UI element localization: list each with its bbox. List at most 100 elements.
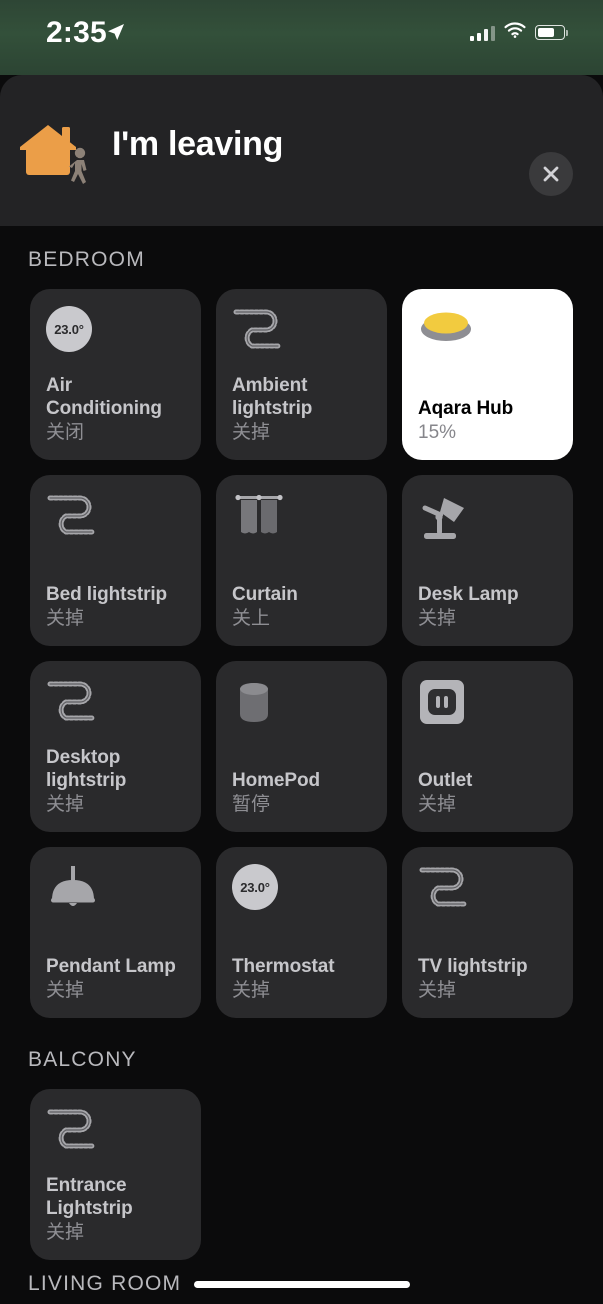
- hub-light-puck-icon: [421, 312, 471, 341]
- lightstrip-icon: [47, 1109, 95, 1149]
- device-tile-icon-slot: 23.0°: [232, 864, 371, 920]
- cellular-signal-icon: [470, 25, 495, 41]
- device-tile-icon-slot: [46, 678, 185, 734]
- device-tile[interactable]: Outlet 关掉: [402, 661, 573, 832]
- device-tile-name: HomePod: [232, 770, 320, 792]
- device-tile[interactable]: Desk Lamp 关掉: [402, 475, 573, 646]
- home-indicator[interactable]: [193, 1281, 410, 1288]
- device-tile-state: 关掉: [418, 608, 457, 630]
- close-button[interactable]: [529, 152, 573, 196]
- device-tile-name: Bed lightstrip: [46, 584, 168, 606]
- device-tile-icon-slot: [46, 492, 185, 548]
- battery-icon: [535, 25, 569, 40]
- temperature-value: 23.0°: [240, 879, 270, 895]
- device-tile-state: 关掉: [418, 980, 457, 1002]
- device-tile-icon-slot: [418, 492, 557, 548]
- device-tile-state: 关掉: [46, 980, 85, 1002]
- device-grid: Entrance Lightstrip 关掉: [0, 1089, 603, 1260]
- house-person-leaving-icon: [18, 119, 104, 191]
- device-tile-state: 关上: [232, 608, 271, 630]
- device-tile-state: 15%: [418, 422, 457, 444]
- device-tile[interactable]: Ambient lightstrip 关掉: [216, 289, 387, 460]
- device-tile-text: Desktop lightstrip 关掉: [46, 746, 191, 817]
- device-tile-state: 关掉: [46, 608, 85, 630]
- device-tile-state: 关掉: [46, 1222, 85, 1244]
- device-tile-icon-slot: [418, 678, 557, 734]
- device-tile[interactable]: Curtain 关上: [216, 475, 387, 646]
- outlet-icon: [420, 680, 464, 724]
- device-tile-name: Outlet: [418, 770, 473, 792]
- device-tile-text: Bed lightstrip 关掉: [46, 583, 191, 631]
- device-tile-text: Outlet 关掉: [418, 769, 563, 817]
- device-tile-text: Pendant Lamp 关掉: [46, 955, 191, 1003]
- device-tile-icon-slot: [232, 306, 371, 362]
- device-grid: 23.0° Air Conditioning 关闭 Ambient lightst…: [0, 289, 603, 460]
- device-tile-name: Entrance Lightstrip: [46, 1174, 133, 1220]
- device-tile-text: Curtain 关上: [232, 583, 377, 631]
- device-tile[interactable]: Entrance Lightstrip 关掉: [30, 1089, 201, 1260]
- pendant-lamp-icon: [51, 866, 95, 906]
- status-bar-indicators: [470, 22, 569, 43]
- wifi-icon: [504, 22, 526, 43]
- lightstrip-icon: [233, 309, 281, 349]
- device-tile-name: Pendant Lamp: [46, 956, 176, 978]
- device-tile-icon-slot: [46, 864, 185, 920]
- device-tile-state: 关掉: [46, 794, 85, 816]
- device-tile-icon-slot: 23.0°: [46, 306, 185, 362]
- device-tile-icon-slot: [418, 864, 557, 920]
- device-grid: Pendant Lamp 关掉 23.0° Thermostat 关掉 TV lig…: [0, 847, 603, 1018]
- section-title-living-room: LIVING ROOM: [28, 1272, 182, 1295]
- thermostat-dial-icon: 23.0°: [46, 306, 92, 352]
- device-tile-icon-slot: [232, 678, 371, 734]
- device-tile[interactable]: 23.0° Thermostat 关掉: [216, 847, 387, 1018]
- device-tile-state: 关闭: [46, 422, 85, 444]
- device-tile-name: TV lightstrip: [418, 956, 528, 978]
- lightstrip-icon: [419, 867, 467, 907]
- section-title-bedroom: BEDROOM: [28, 248, 145, 271]
- device-tile-text: HomePod 暂停: [232, 769, 377, 817]
- page-title: I'm leaving: [112, 125, 284, 163]
- device-tile[interactable]: HomePod 暂停: [216, 661, 387, 832]
- device-tile-name: Aqara Hub: [418, 398, 514, 420]
- device-tile-text: Desk Lamp 关掉: [418, 583, 563, 631]
- lightstrip-icon: [47, 495, 95, 535]
- device-tile-icon-slot: [232, 492, 371, 548]
- device-tile-state: 关掉: [232, 980, 271, 1002]
- lightstrip-icon: [47, 681, 95, 721]
- device-tile[interactable]: Desktop lightstrip 关掉: [30, 661, 201, 832]
- device-tile[interactable]: 23.0° Air Conditioning 关闭: [30, 289, 201, 460]
- device-tile-text: Entrance Lightstrip 关掉: [46, 1174, 191, 1245]
- device-tile-state: 暂停: [232, 794, 271, 816]
- device-tile-text: Air Conditioning 关闭: [46, 374, 191, 445]
- device-grid: Desktop lightstrip 关掉 HomePod 暂停 Outlet 关掉: [0, 661, 603, 832]
- device-tile-text: TV lightstrip 关掉: [418, 955, 563, 1003]
- device-list[interactable]: BEDROOM 23.0° Air Conditioning 关闭 Ambient…: [0, 226, 603, 1304]
- device-tile[interactable]: TV lightstrip 关掉: [402, 847, 573, 1018]
- device-tile[interactable]: Aqara Hub 15%: [402, 289, 573, 460]
- device-tile-state: 关掉: [418, 794, 457, 816]
- device-tile-name: Air Conditioning: [46, 374, 162, 420]
- device-tile-text: Thermostat 关掉: [232, 955, 377, 1003]
- device-tile-icon-slot: [46, 1106, 185, 1162]
- status-bar-time: 2:35: [46, 16, 107, 49]
- device-tile[interactable]: Bed lightstrip 关掉: [30, 475, 201, 646]
- device-tile-text: Ambient lightstrip 关掉: [232, 374, 377, 445]
- device-tile-name: Desktop lightstrip: [46, 746, 127, 792]
- temperature-value: 23.0°: [54, 321, 84, 337]
- location-arrow-icon: [106, 22, 126, 47]
- device-tile-name: Ambient lightstrip: [232, 374, 313, 420]
- thermostat-dial-icon: 23.0°: [232, 864, 278, 910]
- device-tile[interactable]: Pendant Lamp 关掉: [30, 847, 201, 1018]
- desk-lamp-icon: [422, 498, 464, 539]
- homepod-icon: [240, 683, 268, 722]
- device-tile-name: Desk Lamp: [418, 584, 519, 606]
- close-icon: [543, 166, 559, 182]
- device-tile-state: 关掉: [232, 422, 271, 444]
- device-grid: Bed lightstrip 关掉 Curtain 关上 Desk Lamp 关掉: [0, 475, 603, 646]
- device-tile-icon-slot: [418, 306, 557, 362]
- device-tile-name: Thermostat: [232, 956, 335, 978]
- curtain-icon: [235, 494, 283, 534]
- phone-screen: 2:35 I'm leaving BEDROOM 23.0° Air Condi…: [0, 0, 603, 1304]
- scene-header: I'm leaving: [0, 75, 603, 226]
- device-tile-name: Curtain: [232, 584, 298, 606]
